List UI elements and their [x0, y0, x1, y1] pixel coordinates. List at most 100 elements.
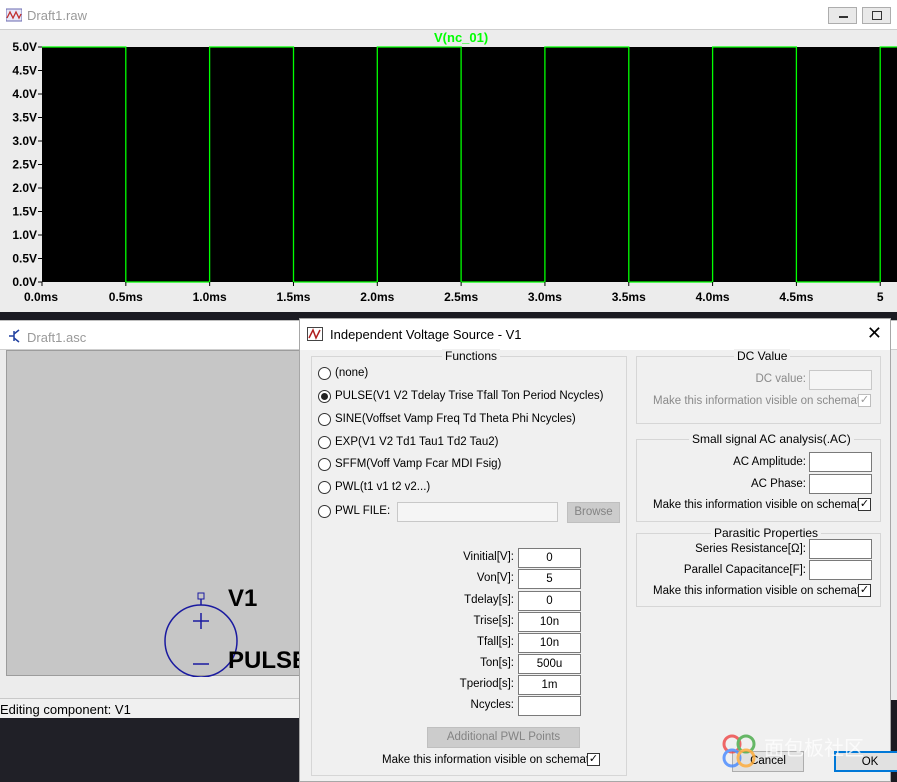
param-label-vinitial: Vinitial[V]: — [463, 551, 514, 563]
x-tick-label: 2.0ms — [360, 290, 394, 304]
param-input-trise[interactable]: 10n — [518, 612, 581, 632]
additional-pwl-points-button[interactable]: Additional PWL Points — [427, 727, 580, 748]
restore-icon — [872, 11, 882, 20]
ac-amplitude-input[interactable] — [809, 452, 872, 472]
y-tick-label: 0.0V — [12, 275, 37, 289]
functions-group-label: Functions — [442, 349, 501, 363]
functions-visible-checkbox[interactable]: ✓ — [587, 753, 600, 766]
param-label-tdelay: Tdelay[s]: — [464, 594, 514, 606]
param-label-tfall: Tfall[s]: — [476, 636, 514, 648]
component-value-label[interactable]: PULSE — [228, 647, 308, 675]
radio-exp[interactable] — [318, 436, 331, 449]
pwl-file-input[interactable] — [397, 502, 558, 522]
param-input-vinitial[interactable]: 0 — [518, 548, 581, 568]
functions-visible-label: Make this information visible on schemat… — [382, 754, 601, 766]
y-tick-label: 0.5V — [12, 252, 37, 266]
trace-label: V(nc_01) — [434, 30, 488, 45]
waveform-plot[interactable]: V(nc_01) 5.0V 4.5V 4.0V 3.5V 3.0V 2.5V 2.0V 1.5V… — [0, 30, 897, 312]
dc-value-group: DC Value — [636, 349, 881, 424]
x-tick-label: 2.5ms — [444, 290, 478, 304]
parallel-capacitance-label: Parallel Capacitance[F]: — [683, 564, 806, 576]
waveform-plot-pane[interactable]: V(nc_01) 5.0V 4.5V 4.0V 3.5V 3.0V 2.5V 2.0V 1.5V… — [0, 30, 897, 312]
parasitic-group-label: Parasitic Properties — [711, 526, 822, 540]
ac-visible-label: Make this information visible on schemat… — [653, 499, 872, 511]
x-tick-label: 3.5ms — [612, 290, 646, 304]
x-tick-label: 3.0ms — [528, 290, 562, 304]
y-tick-label: 2.0V — [12, 181, 37, 195]
x-tick-label: 0.5ms — [109, 290, 143, 304]
close-icon[interactable]: ✕ — [867, 323, 882, 344]
y-tick-label: 1.0V — [12, 228, 37, 242]
radio-pulse[interactable] — [318, 390, 331, 403]
plot-background — [42, 47, 897, 282]
voltage-source-symbol[interactable] — [7, 351, 303, 677]
radio-sine[interactable] — [318, 413, 331, 426]
minimize-icon — [839, 16, 848, 18]
radio-sffm-label[interactable]: SFFM(Voff Vamp Fcar MDI Fsig) — [335, 458, 501, 470]
component-name-label[interactable]: V1 — [228, 585, 257, 613]
radio-sine-label[interactable]: SINE(Voffset Vamp Freq Td Theta Phi Ncyc… — [335, 413, 576, 425]
param-input-von[interactable]: 5 — [518, 569, 581, 589]
radio-sffm[interactable] — [318, 458, 331, 471]
radio-none[interactable] — [318, 367, 331, 380]
y-tick-label: 4.5V — [12, 64, 37, 78]
parallel-capacitance-input[interactable] — [809, 560, 872, 580]
dc-value-input[interactable] — [809, 370, 872, 390]
y-tick-label: 5.0V — [12, 40, 37, 54]
radio-pwl-file-label[interactable]: PWL FILE: — [335, 505, 390, 517]
param-input-ton[interactable]: 500u — [518, 654, 581, 674]
browse-button[interactable]: Browse — [567, 502, 620, 523]
maximize-button[interactable] — [862, 7, 891, 24]
y-tick-label: 3.0V — [12, 134, 37, 148]
series-resistance-label: Series Resistance[Ω]: — [695, 543, 806, 555]
x-tick-label: 4.5ms — [779, 290, 813, 304]
dialog-title: Independent Voltage Source - V1 — [330, 327, 522, 342]
dc-visible-checkbox[interactable]: ✓ — [858, 394, 871, 407]
x-tick-label: 0.0ms — [24, 290, 58, 304]
x-tick-label: 1.0ms — [193, 290, 227, 304]
x-tick-label: 5 — [877, 290, 884, 304]
dialog-titlebar: Independent Voltage Source - V1 ✕ — [300, 319, 890, 350]
status-bar: Editing component: V1 — [0, 698, 300, 718]
y-tick-label: 3.5V — [12, 111, 37, 125]
dc-value-group-label: DC Value — [734, 349, 791, 363]
y-tick-label: 1.5V — [12, 205, 37, 219]
desktop-background — [0, 718, 300, 782]
minimize-button[interactable] — [828, 7, 857, 24]
ac-phase-label: AC Phase: — [751, 478, 806, 490]
param-label-ton: Ton[s]: — [480, 657, 514, 669]
waveform-window-titlebar: Draft1.raw — [0, 0, 897, 30]
radio-pulse-label[interactable]: PULSE(V1 V2 Tdelay Trise Tfall Ton Perio… — [335, 390, 603, 402]
series-resistance-input[interactable] — [809, 539, 872, 559]
param-label-trise: Trise[s]: — [473, 615, 514, 627]
y-tick-label: 2.5V — [12, 158, 37, 172]
param-input-tperiod[interactable]: 1m — [518, 675, 581, 695]
param-input-tdelay[interactable]: 0 — [518, 591, 581, 611]
schematic-app-icon — [9, 329, 20, 343]
watermark-logo-icon — [722, 734, 756, 768]
ac-amplitude-label: AC Amplitude: — [733, 456, 806, 468]
radio-pwl-file[interactable] — [318, 505, 331, 518]
radio-pwl[interactable] — [318, 481, 331, 494]
param-input-ncycles[interactable] — [518, 696, 581, 716]
watermark-text: 面包板社区 — [764, 736, 864, 760]
param-input-tfall[interactable]: 10n — [518, 633, 581, 653]
schematic-canvas[interactable]: V1 PULSE — [6, 350, 308, 677]
radio-exp-label[interactable]: EXP(V1 V2 Td1 Tau1 Td2 Tau2) — [335, 436, 498, 448]
dialog-app-icon — [307, 327, 323, 341]
schematic-window-title: Draft1.asc — [27, 330, 87, 345]
ac-phase-input[interactable] — [809, 474, 872, 494]
param-label-ncycles: Ncycles: — [470, 699, 514, 711]
waveform-app-icon — [6, 8, 22, 22]
radio-pwl-label[interactable]: PWL(t1 v1 t2 v2...) — [335, 481, 430, 493]
x-tick-label: 4.0ms — [696, 290, 730, 304]
parasitic-visible-label: Make this information visible on schemat… — [653, 585, 872, 597]
status-text: Editing component: V1 — [0, 702, 131, 717]
radio-none-label[interactable]: (none) — [335, 367, 368, 379]
ac-group-label: Small signal AC analysis(.AC) — [689, 432, 854, 446]
waveform-window-title: Draft1.raw — [27, 8, 87, 23]
param-label-von: Von[V]: — [476, 572, 514, 584]
ac-visible-checkbox[interactable]: ✓ — [858, 498, 871, 511]
parasitic-visible-checkbox[interactable]: ✓ — [858, 584, 871, 597]
voltage-source-dialog: Independent Voltage Source - V1 ✕ Functi… — [299, 318, 897, 782]
